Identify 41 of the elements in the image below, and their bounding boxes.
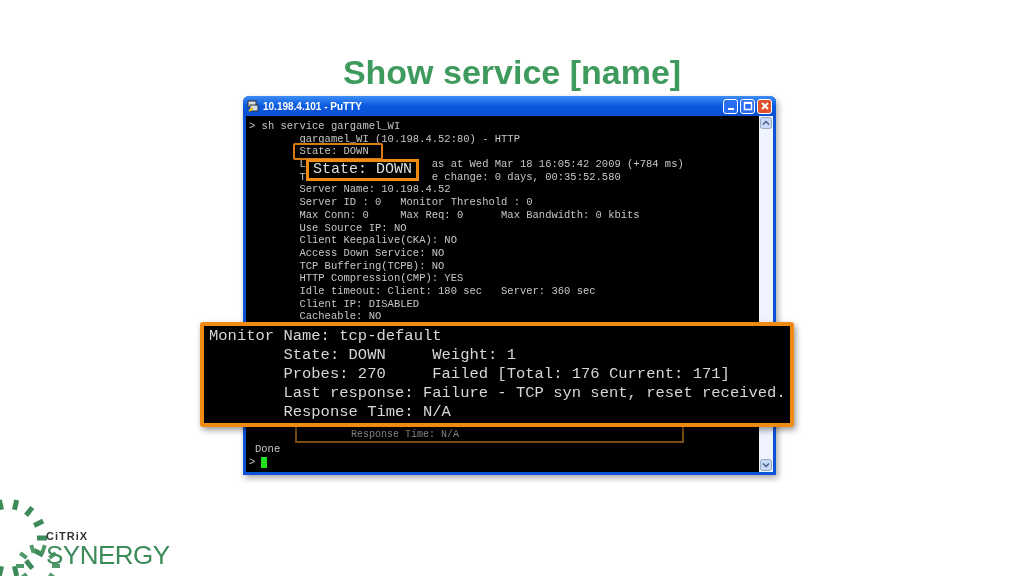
terminal-text: T [299, 170, 306, 184]
terminal-text: Client IP: DISABLED [299, 297, 420, 311]
minimize-button[interactable] [723, 98, 738, 114]
brand-logo-text: CiTRiX [46, 530, 90, 542]
maximize-button[interactable] [740, 98, 755, 114]
terminal-text: Idle timeout: Client: 180 sec Server: 360 sec [299, 284, 596, 298]
terminal-text: Client Keepalive(CKA): NO [299, 234, 457, 247]
state-tooltip: State: DOWN [306, 159, 420, 181]
close-icon [759, 101, 770, 111]
terminal-text: gargamel_WI (10.198.4.52:80) - HTTP [299, 132, 520, 146]
terminal-text: L [299, 158, 306, 171]
terminal-text: TCP Buffering(TCPB): NO [299, 259, 445, 273]
terminal-text: State: DOWN [299, 145, 369, 159]
callout-text: Monitor Name: tcp-default [209, 327, 443, 346]
terminal-text: > sh service gargamel_WI [249, 120, 401, 133]
terminal-text: HTTP Compression(CMP): YES [299, 272, 464, 285]
cursor [261, 456, 268, 468]
terminal-text: Access Down Service: NO [299, 246, 445, 260]
terminal-text: e change: 0 days, 00:35:52.580 [431, 170, 621, 184]
window-title: 10.198.4.101 - PuTTY [263, 100, 363, 112]
terminal-text: Use Source IP: NO [299, 221, 407, 235]
terminal-text: Done [255, 443, 281, 456]
close-button[interactable] [757, 98, 772, 114]
terminal-text: Server ID : 0 Monitor Threshold : 0 [299, 196, 533, 209]
terminal-text: as at Wed Mar 18 16:05:42 2009 (+784 ms) [431, 158, 684, 171]
callout-text: Response Time: N/A [282, 403, 452, 422]
scroll-down-icon[interactable] [760, 459, 772, 471]
terminal-text: Max Conn: 0 Max Req: 0 Max Bandwidth: 0 kbits [299, 208, 640, 222]
callout-text: Probes: 270 Failed [Total: 176 Current: 171] [282, 365, 731, 384]
terminal-text: Server Name: 10.198.4.52 [299, 183, 451, 197]
terminal-text: Response Time: N/A [351, 429, 460, 440]
product-logo-text: SYNERGY [46, 542, 170, 568]
slide-title: Show service [name] [341, 52, 683, 93]
callout-text: Last response: Failure - TCP syn sent, reset received. [282, 384, 786, 403]
maximize-icon [742, 101, 753, 111]
minimize-icon [727, 108, 734, 110]
terminal-text: > [249, 455, 256, 469]
terminal-text: Cacheable: NO [299, 310, 382, 323]
computer-icon [247, 100, 259, 112]
scroll-up-icon[interactable] [760, 117, 772, 129]
callout-text: State: DOWN Weight: 1 [282, 346, 517, 365]
